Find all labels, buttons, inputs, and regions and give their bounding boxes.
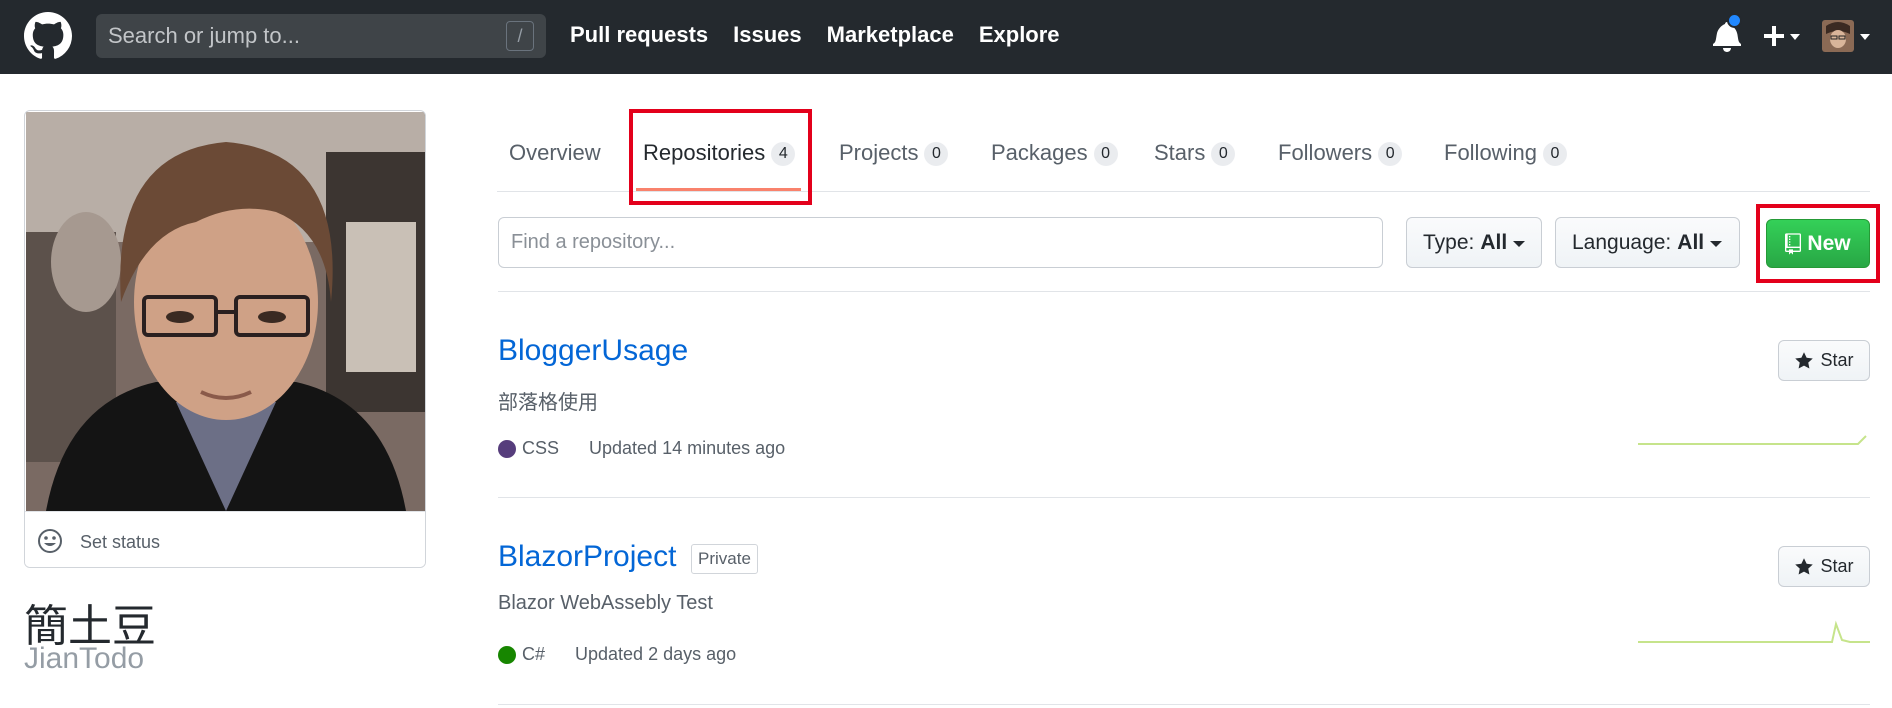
star-icon [1795, 351, 1814, 368]
nav-marketplace[interactable]: Marketplace [827, 22, 954, 48]
search-input[interactable] [108, 24, 488, 48]
star-button[interactable]: Star [1778, 546, 1870, 587]
profile-avatar-image [26, 112, 425, 511]
language-color-dot [498, 645, 516, 664]
find-repository-input[interactable] [498, 217, 1383, 268]
activity-sparkline [1638, 435, 1867, 445]
tab-stars[interactable]: Stars 0 [1154, 140, 1236, 166]
new-button-label: New [1807, 231, 1851, 255]
star-button-label: Star [1820, 350, 1854, 370]
repo-name-link[interactable]: BloggerUsage [498, 334, 688, 368]
selected-tab-underline [636, 188, 801, 191]
repositories-count: 4 [771, 142, 796, 166]
type-filter-value: All [1480, 230, 1508, 254]
repo-description: 部落格使用 [498, 392, 598, 414]
smiley-icon [38, 529, 62, 553]
set-status-label: Set status [80, 532, 161, 552]
language-filter-dropdown[interactable]: Language: All [1555, 217, 1740, 268]
search-shortcut-key: / [506, 21, 534, 51]
repo-name-link[interactable]: BlazorProject [498, 540, 676, 574]
nav-issues[interactable]: Issues [733, 22, 802, 48]
repo-list-item: BloggerUsage 部落格使用 CSS Updated 14 minute… [498, 292, 1870, 498]
profile-tabs: Overview Repositories 4 Projects 0 Package… [497, 108, 1870, 192]
following-count: 0 [1542, 142, 1567, 166]
repo-updated: Updated 14 minutes ago [589, 438, 786, 458]
repo-icon [1785, 232, 1802, 255]
tab-followers-label: Followers [1278, 140, 1373, 165]
create-new-plus-icon[interactable] [1762, 18, 1804, 54]
language-filter-label: Language: [1572, 230, 1672, 254]
repo-meta: CSS Updated 14 minutes ago [498, 438, 785, 459]
repo-list-item: BlazorProject Private Blazor WebAssebly … [498, 498, 1870, 705]
user-avatar-menu-icon[interactable] [1822, 20, 1872, 52]
caret-down-icon [1710, 240, 1723, 247]
activity-sparkline [1638, 620, 1870, 643]
tab-following-label: Following [1444, 140, 1537, 165]
nav-explore[interactable]: Explore [979, 22, 1060, 48]
search-box[interactable]: / [96, 14, 546, 58]
profile-avatar-card: Set status [24, 110, 426, 568]
tab-overview[interactable]: Overview [509, 140, 601, 166]
new-repository-button[interactable]: New [1766, 219, 1870, 268]
projects-count: 0 [924, 142, 949, 166]
packages-count: 0 [1093, 142, 1118, 166]
tab-packages[interactable]: Packages 0 [991, 140, 1118, 166]
language-filter-value: All [1677, 230, 1705, 254]
tab-repositories-label: Repositories [643, 140, 766, 165]
type-filter-dropdown[interactable]: Type: All [1406, 217, 1542, 268]
nav-pull-requests[interactable]: Pull requests [570, 22, 708, 48]
profile-username: JianTodo [24, 642, 145, 675]
tab-overview-label: Overview [509, 140, 601, 165]
star-button-label: Star [1820, 556, 1854, 576]
tab-repositories[interactable]: Repositories 4 [643, 140, 796, 166]
tab-projects[interactable]: Projects 0 [839, 140, 949, 166]
tab-followers[interactable]: Followers 0 [1278, 140, 1403, 166]
repo-language: CSS [522, 438, 560, 458]
main-nav: Pull requests Issues Marketplace Explore [570, 22, 1085, 48]
top-header: / Pull requests Issues Marketplace Explo… [0, 0, 1892, 74]
tab-projects-label: Projects [839, 140, 919, 165]
caret-down-icon [1513, 240, 1526, 247]
github-logo-icon[interactable] [24, 12, 72, 60]
repo-meta: C# Updated 2 days ago [498, 644, 736, 665]
repo-description: Blazor WebAssebly Test [498, 592, 713, 614]
tab-following[interactable]: Following 0 [1444, 140, 1567, 166]
tab-stars-label: Stars [1154, 140, 1206, 165]
star-icon [1795, 557, 1814, 574]
repo-language: C# [522, 644, 546, 664]
set-status-button[interactable]: Set status [25, 511, 425, 567]
stars-count: 0 [1211, 142, 1236, 166]
type-filter-label: Type: [1423, 230, 1475, 254]
language-color-dot [498, 439, 516, 458]
followers-count: 0 [1378, 142, 1403, 166]
tab-packages-label: Packages [991, 140, 1088, 165]
repo-updated: Updated 2 days ago [575, 644, 737, 664]
private-badge: Private [691, 544, 758, 574]
star-button[interactable]: Star [1778, 340, 1870, 381]
notification-dot [1727, 13, 1742, 28]
